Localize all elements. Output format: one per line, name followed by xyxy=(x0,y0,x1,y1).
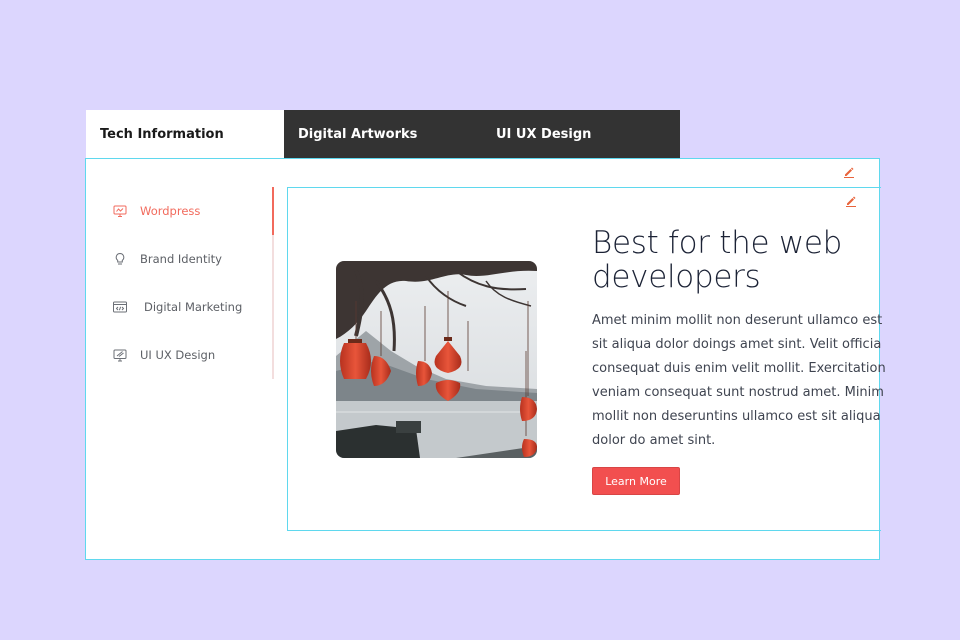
lanterns-photo xyxy=(336,261,537,458)
tab-bar: Tech Information Digital Artworks UI UX … xyxy=(86,110,680,158)
sidebar-item-label: Wordpress xyxy=(140,204,201,218)
sidebar-item-label: Brand Identity xyxy=(140,252,222,266)
heading-line: developers xyxy=(592,259,761,295)
edit-pencil-icon[interactable] xyxy=(843,165,855,178)
tab-digital-artworks[interactable]: Digital Artworks xyxy=(284,110,482,158)
tab-content-panel: Wordpress Brand Identity Digital Marketi… xyxy=(85,158,886,560)
body-line: mollit non deseruntins ullamco est sit a… xyxy=(592,409,881,424)
body-line: veniam consequat sunt nostrud amet. Mini… xyxy=(592,385,884,400)
body-line: dolor do amet sint. xyxy=(592,433,716,448)
tab-label: UI UX Design xyxy=(496,126,592,142)
sidebar-item-ui-ux-design[interactable]: UI UX Design xyxy=(113,343,215,367)
tab-label: Tech Information xyxy=(100,126,224,142)
lightbulb-icon xyxy=(113,252,127,266)
body-line: Amet minim mollit non deserunt ullamco e… xyxy=(592,313,883,328)
edit-pencil-icon[interactable] xyxy=(845,194,857,207)
content-heading: Best for the web developers xyxy=(592,226,872,294)
palette-screen-icon xyxy=(113,348,127,362)
content-body: Amet minim mollit non deserunt ullamco e… xyxy=(592,309,886,453)
sidebar-item-wordpress[interactable]: Wordpress xyxy=(113,199,200,223)
sidebar-item-label: UI UX Design xyxy=(140,348,216,362)
content-card: Best for the web developers Amet minim m… xyxy=(287,187,886,531)
sidebar-nav: Wordpress Brand Identity Digital Marketi… xyxy=(86,187,274,379)
sidebar-item-label: Digital Marketing xyxy=(144,300,243,314)
learn-more-button[interactable]: Learn More xyxy=(592,467,680,495)
sidebar-item-digital-marketing[interactable]: Digital Marketing xyxy=(113,295,242,319)
active-indicator xyxy=(272,187,274,235)
tab-tech-information[interactable]: Tech Information xyxy=(86,110,284,158)
sidebar-item-brand-identity[interactable]: Brand Identity xyxy=(113,247,222,271)
monitor-icon xyxy=(113,204,127,218)
body-line: sit aliqua dolor doings amet sint. Velit… xyxy=(592,337,882,352)
tab-ui-ux-design[interactable]: UI UX Design xyxy=(482,110,680,158)
tab-label: Digital Artworks xyxy=(298,126,418,142)
heading-line: Best for the web xyxy=(592,225,843,261)
code-window-icon xyxy=(113,300,127,314)
body-line: consequat duis enim velit mollit. Exerci… xyxy=(592,361,886,376)
